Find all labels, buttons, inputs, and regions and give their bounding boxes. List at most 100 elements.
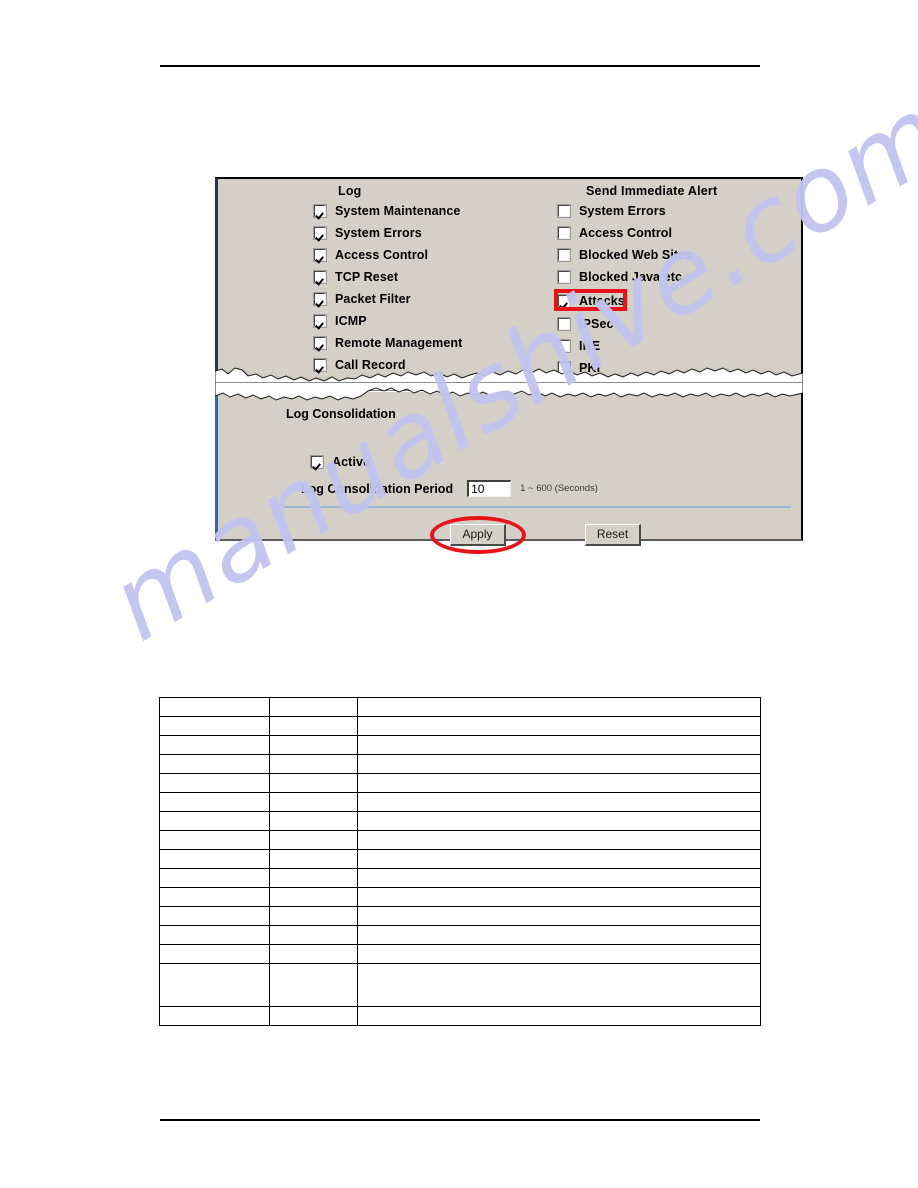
- table-cell: [269, 963, 358, 1007]
- section-divider: [281, 506, 791, 508]
- table-cell: [269, 773, 358, 793]
- alert-row-system-errors[interactable]: System Errors: [557, 202, 666, 219]
- table-cell: [357, 1006, 761, 1026]
- table-cell: [269, 716, 358, 736]
- log-consolidation-period-input[interactable]: [467, 480, 512, 497]
- log-row-packet-filter[interactable]: Packet Filter: [313, 290, 411, 307]
- log-row-remote-management[interactable]: Remote Management: [313, 334, 462, 351]
- checkbox-icon[interactable]: [557, 360, 571, 375]
- checkbox-icon[interactable]: [313, 313, 327, 328]
- checkbox-icon[interactable]: [310, 455, 324, 469]
- alert-row-access-control[interactable]: Access Control: [557, 224, 673, 241]
- checkbox-icon[interactable]: [313, 335, 327, 350]
- alert-row-blocked-java[interactable]: Blocked Java etc.: [557, 268, 686, 285]
- checkbox-icon[interactable]: [313, 269, 327, 284]
- alert-row-blocked-web-sites[interactable]: Blocked Web Sites: [557, 246, 693, 263]
- table-row: [159, 735, 761, 755]
- table-cell: [269, 868, 358, 888]
- log-alert-panel: Log Send Immediate Alert System Maintena…: [215, 177, 803, 382]
- table-row: [159, 944, 761, 964]
- alert-label: Access Control: [579, 225, 673, 240]
- checkbox-icon[interactable]: [557, 316, 571, 331]
- table-cell: [269, 925, 358, 945]
- log-label: Call Record: [335, 357, 406, 372]
- log-row-call-record[interactable]: Call Record: [313, 356, 406, 373]
- table-cell: [159, 887, 270, 907]
- log-row-system-errors[interactable]: System Errors: [313, 224, 422, 241]
- alert-label: PKI: [579, 360, 601, 375]
- table-row: [159, 697, 761, 717]
- table-row: [159, 925, 761, 945]
- checkbox-icon[interactable]: [557, 269, 571, 284]
- spec-table: [159, 697, 761, 1026]
- log-consolidation-title: Log Consolidation: [286, 407, 396, 421]
- checkbox-icon[interactable]: [557, 293, 571, 308]
- table-cell: [159, 944, 270, 964]
- log-label: TCP Reset: [335, 269, 399, 284]
- checkbox-icon[interactable]: [557, 338, 571, 353]
- router-log-settings-screenshot: Log Send Immediate Alert System Maintena…: [215, 177, 803, 554]
- checkbox-icon[interactable]: [557, 247, 571, 262]
- table-cell: [357, 697, 761, 717]
- apply-button[interactable]: Apply: [450, 524, 506, 546]
- table-cell: [357, 716, 761, 736]
- log-label: ICMP: [335, 313, 367, 328]
- checkbox-icon[interactable]: [313, 203, 327, 218]
- table-row: [159, 830, 761, 850]
- table-cell: [159, 868, 270, 888]
- checkbox-icon[interactable]: [313, 247, 327, 262]
- table-cell: [159, 754, 270, 774]
- log-row-tcp-reset[interactable]: TCP Reset: [313, 268, 399, 285]
- period-range-hint: 1 ~ 600 (Seconds): [520, 483, 598, 494]
- table-cell: [159, 792, 270, 812]
- checkbox-icon[interactable]: [313, 291, 327, 306]
- spec-table-body: [159, 697, 761, 1026]
- table-cell: [269, 735, 358, 755]
- table-cell: [159, 735, 270, 755]
- alert-label: IPSec: [579, 316, 614, 331]
- alert-label: Blocked Web Sites: [579, 247, 693, 262]
- alert-column-heading: Send Immediate Alert: [586, 184, 718, 198]
- table-cell: [269, 811, 358, 831]
- table-cell: [269, 830, 358, 850]
- active-checkbox-row[interactable]: Active: [310, 455, 371, 469]
- table-row: [159, 754, 761, 774]
- alert-row-ipsec[interactable]: IPSec: [557, 315, 614, 332]
- table-cell: [357, 792, 761, 812]
- table-cell: [159, 811, 270, 831]
- log-row-icmp[interactable]: ICMP: [313, 312, 367, 329]
- log-label: System Maintenance: [335, 203, 461, 218]
- log-row-access-control[interactable]: Access Control: [313, 246, 429, 263]
- alert-label: System Errors: [579, 203, 666, 218]
- table-row: [159, 887, 761, 907]
- alert-row-attacks[interactable]: Attacks: [557, 292, 625, 309]
- table-cell: [159, 697, 270, 717]
- reset-button[interactable]: Reset: [585, 524, 641, 546]
- table-row: [159, 963, 761, 1007]
- checkbox-icon[interactable]: [313, 225, 327, 240]
- table-row: [159, 773, 761, 793]
- active-label: Active: [332, 455, 371, 469]
- log-label: Access Control: [335, 247, 429, 262]
- checkbox-icon[interactable]: [557, 225, 571, 240]
- log-row-system-maintenance[interactable]: System Maintenance: [313, 202, 461, 219]
- checkbox-icon[interactable]: [557, 203, 571, 218]
- table-row: [159, 849, 761, 869]
- log-consolidation-panel: Log Consolidation Active Log Consolidati…: [215, 392, 803, 554]
- checkbox-icon[interactable]: [313, 357, 327, 372]
- table-row: [159, 906, 761, 926]
- alert-row-pki[interactable]: PKI: [557, 359, 601, 376]
- table-cell: [269, 944, 358, 964]
- log-column-heading: Log: [338, 184, 362, 198]
- table-cell: [357, 944, 761, 964]
- table-cell: [357, 963, 761, 1007]
- table-cell: [269, 792, 358, 812]
- alert-row-ike[interactable]: IKE: [557, 337, 600, 354]
- table-row: [159, 868, 761, 888]
- log-label: System Errors: [335, 225, 422, 240]
- table-cell: [159, 849, 270, 869]
- table-cell: [159, 925, 270, 945]
- table-cell: [357, 754, 761, 774]
- period-label: Log Consolidation Period: [301, 481, 454, 496]
- log-consolidation-period-row: Log Consolidation Period 1 ~ 600 (Second…: [301, 480, 598, 497]
